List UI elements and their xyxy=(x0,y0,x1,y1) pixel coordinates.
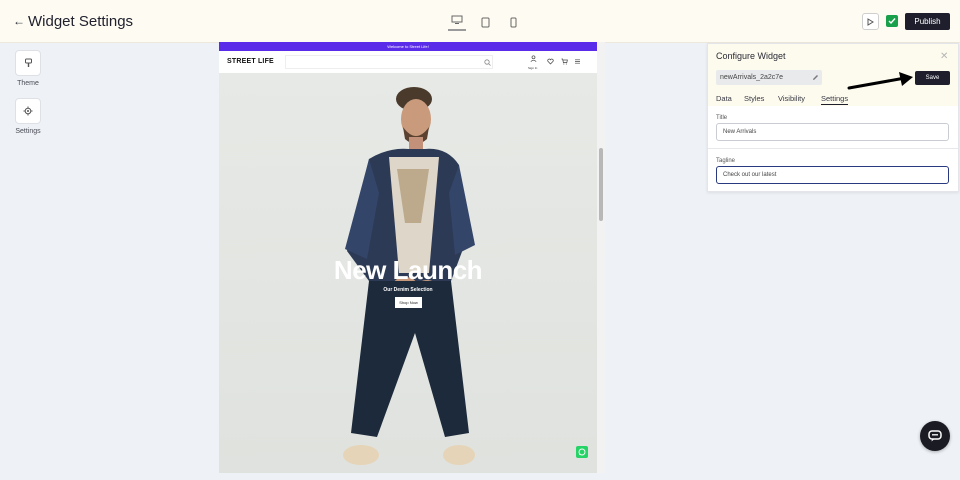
mobile-view-button[interactable] xyxy=(504,11,522,33)
announcement-bar: Welcome to Street Life! xyxy=(219,42,597,51)
top-bar: ← Widget Settings Publish xyxy=(0,0,960,43)
tab-visibility[interactable]: Visibility xyxy=(778,94,805,103)
user-icon[interactable] xyxy=(528,53,538,63)
settings-button[interactable] xyxy=(15,98,41,124)
tagline-input[interactable]: Check out our latest xyxy=(716,166,949,184)
sidebar-item-theme[interactable]: Theme xyxy=(14,50,42,87)
panel-header: Configure Widget ✕ newArrivals_2a2c7e Sa… xyxy=(708,44,958,106)
check-icon xyxy=(888,18,896,25)
desktop-view-button[interactable] xyxy=(448,11,466,31)
title-label: Title xyxy=(716,115,728,121)
tab-settings[interactable]: Settings xyxy=(821,94,849,105)
sidebar-item-label: Settings xyxy=(15,128,41,135)
tablet-icon xyxy=(481,17,489,27)
store-search-input[interactable] xyxy=(285,55,493,69)
tab-styles[interactable]: Styles xyxy=(744,94,764,103)
preview-button[interactable] xyxy=(862,13,879,30)
tab-data[interactable]: Data xyxy=(716,94,732,103)
panel-title: Configure Widget xyxy=(716,51,786,61)
gear-icon xyxy=(23,106,33,116)
scrollbar-thumb[interactable] xyxy=(599,148,603,221)
mobile-icon xyxy=(510,17,516,27)
store-logo[interactable]: STREET LIFE xyxy=(227,58,274,65)
cart-icon[interactable] xyxy=(559,56,569,66)
hero-title: New Launch xyxy=(333,255,483,285)
store-preview: Welcome to Street Life! STREET LIFE Sign… xyxy=(219,42,605,473)
shop-now-button[interactable]: Shop Now xyxy=(395,297,422,308)
menu-icon[interactable] xyxy=(572,56,582,66)
pencil-icon[interactable] xyxy=(812,74,819,81)
sidebar-item-label: Theme xyxy=(17,80,39,87)
store-header: STREET LIFE Sign In xyxy=(219,51,597,73)
page-title: Widget Settings xyxy=(28,13,134,30)
publish-button[interactable]: Publish xyxy=(905,13,950,30)
save-status-button[interactable] xyxy=(886,15,898,27)
title-input[interactable]: New Arrivals xyxy=(716,123,949,141)
widget-id-field[interactable]: newArrivals_2a2c7e xyxy=(716,70,822,85)
preview-scrollbar[interactable] xyxy=(597,42,605,473)
theme-button[interactable] xyxy=(15,50,41,76)
desktop-icon xyxy=(451,15,463,24)
close-icon[interactable]: ✕ xyxy=(940,51,948,62)
search-icon xyxy=(484,59,491,66)
sign-in-link[interactable]: Sign In xyxy=(528,66,537,70)
chat-button[interactable] xyxy=(920,421,950,451)
whatsapp-button[interactable] xyxy=(576,446,588,458)
chat-icon xyxy=(928,430,942,442)
heart-icon[interactable] xyxy=(545,56,555,66)
back-arrow-icon[interactable]: ← xyxy=(13,14,25,28)
tablet-view-button[interactable] xyxy=(476,11,494,33)
sidebar-item-settings[interactable]: Settings xyxy=(14,98,42,135)
play-icon xyxy=(867,17,874,26)
tagline-label: Tagline xyxy=(716,158,736,164)
hero-banner: New Launch Our Denim Selection Shop Now xyxy=(219,73,597,473)
hero-subtitle: Our Denim Selection xyxy=(383,287,433,293)
configure-widget-panel: Configure Widget ✕ newArrivals_2a2c7e Sa… xyxy=(707,43,959,192)
arrow-pointer-icon xyxy=(847,72,913,90)
save-button[interactable]: Save xyxy=(915,71,950,85)
whatsapp-icon xyxy=(578,448,586,456)
divider xyxy=(708,148,958,149)
brush-icon xyxy=(24,58,32,67)
